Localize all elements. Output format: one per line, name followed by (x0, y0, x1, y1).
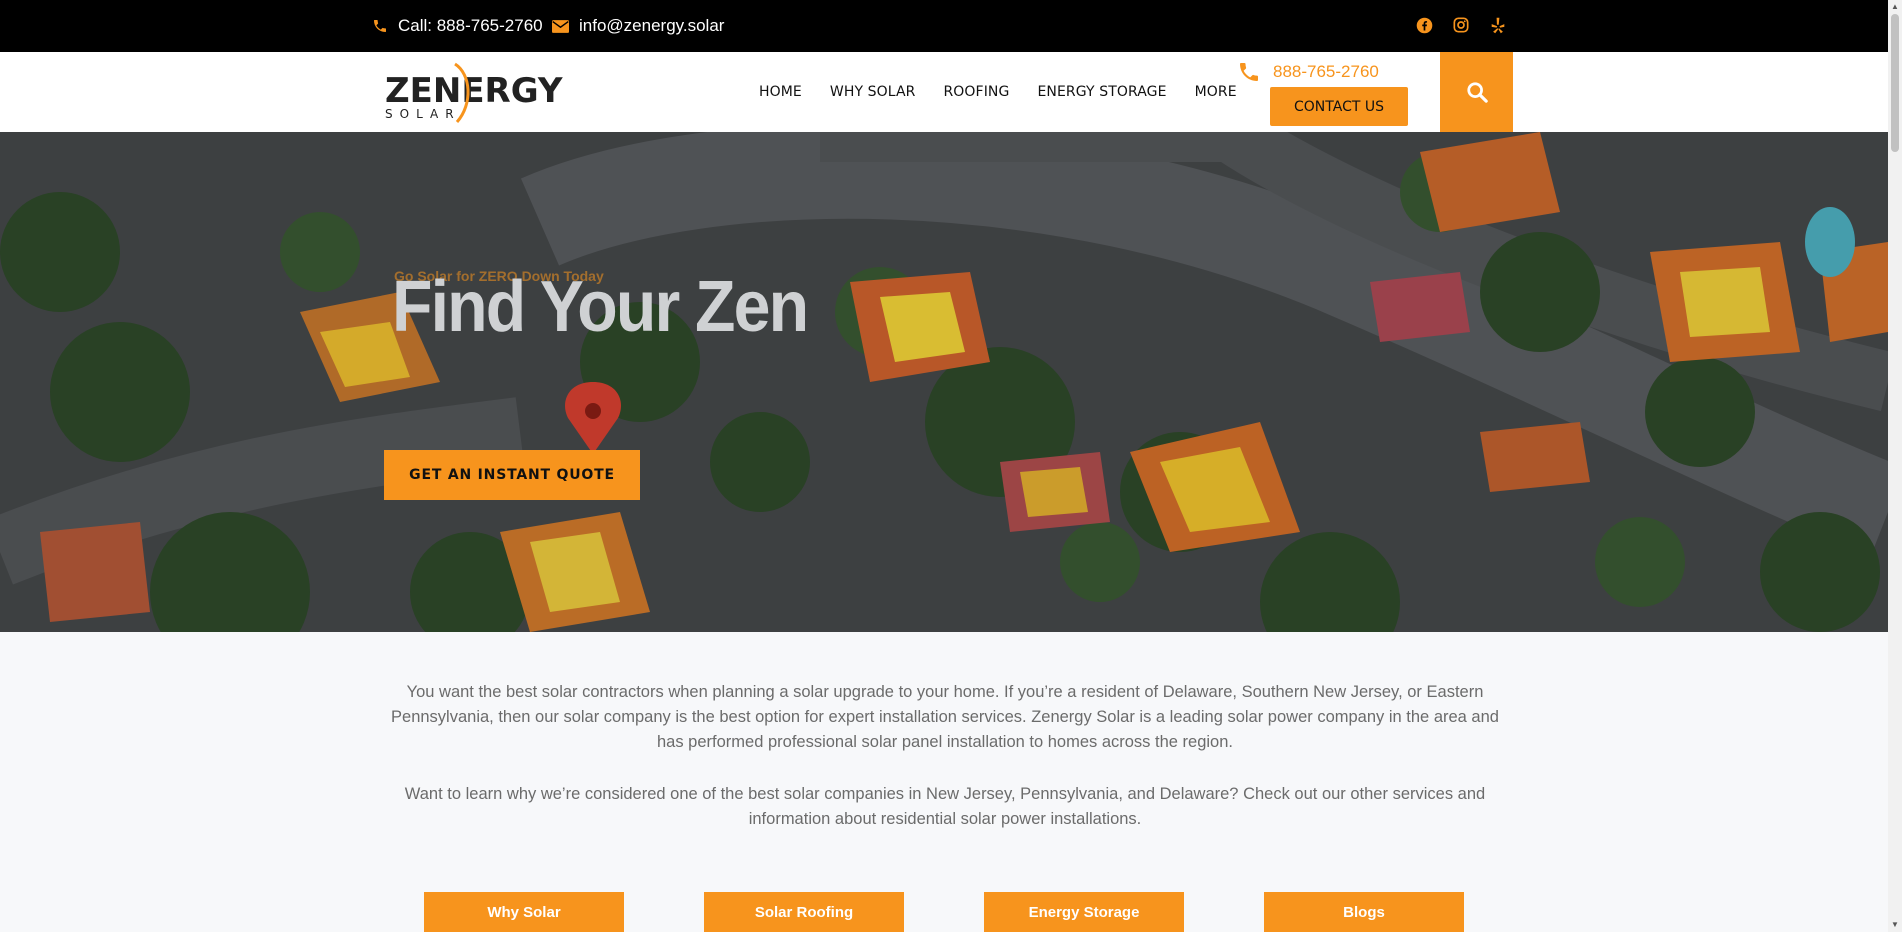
nav-home[interactable]: HOME (759, 84, 802, 100)
phone-icon (1240, 63, 1258, 81)
zenergy-logo[interactable]: ZENERGY SOLAR (383, 60, 563, 126)
hero-title: Find Your Zen (392, 267, 809, 347)
page: Call: 888-765-2760 info@zenergy.solar ZE… (0, 0, 1902, 932)
instagram-icon[interactable] (1450, 14, 1472, 36)
why-solar-button[interactable]: Why Solar (424, 892, 624, 932)
topbar-email-label: info@zenergy.solar (579, 16, 725, 35)
solar-roofing-button[interactable]: Solar Roofing (704, 892, 904, 932)
header-phone-link[interactable]: 888-765-2760 (1237, 58, 1379, 86)
scrollbar-thumb[interactable] (1891, 14, 1899, 152)
hero-section: Go Solar for ZERO Down Today Find Your Z… (0, 132, 1888, 632)
intro-section: You want the best solar contractors when… (380, 680, 1510, 832)
header-phone-number: 888-765-2760 (1273, 62, 1379, 81)
logo-subtext: SOLAR (385, 107, 461, 121)
phone-icon (374, 20, 386, 32)
top-bar: Call: 888-765-2760 info@zenergy.solar (0, 0, 1888, 52)
yelp-icon[interactable] (1487, 14, 1509, 36)
nav-roofing[interactable]: ROOFING (943, 84, 1009, 100)
facebook-icon[interactable] (1413, 14, 1435, 36)
blogs-button[interactable]: Blogs (1264, 892, 1464, 932)
site-header: ZENERGY SOLAR HOME WHY SOLAR ROOFING ENE… (0, 52, 1888, 132)
main-nav: HOME WHY SOLAR ROOFING ENERGY STORAGE MO… (745, 52, 1251, 132)
instant-quote-button[interactable]: GET AN INSTANT QUOTE (384, 450, 640, 500)
intro-paragraph-1: You want the best solar contractors when… (391, 683, 1499, 751)
topbar-phone-label: Call: 888-765-2760 (398, 16, 543, 35)
envelope-icon (552, 19, 569, 33)
logo-text: ZENERGY (385, 71, 563, 111)
intro-paragraph-2: Want to learn why we’re considered one o… (404, 785, 1486, 828)
topbar-phone-link[interactable]: Call: 888-765-2760 (372, 0, 543, 52)
nav-why-solar[interactable]: WHY SOLAR (830, 84, 916, 100)
search-button[interactable] (1440, 52, 1513, 132)
contact-us-button[interactable]: CONTACT US (1270, 87, 1408, 126)
page-scrollbar[interactable]: ▲ ▼ (1888, 0, 1902, 932)
scroll-down-arrow-icon[interactable]: ▼ (1891, 920, 1899, 929)
energy-storage-button[interactable]: Energy Storage (984, 892, 1184, 932)
nav-more[interactable]: MORE (1195, 84, 1237, 100)
scroll-up-arrow-icon[interactable]: ▲ (1891, 2, 1899, 11)
search-icon (1466, 82, 1488, 103)
topbar-email-link[interactable]: info@zenergy.solar (552, 0, 724, 52)
hero-aerial-image (0, 132, 1888, 632)
nav-energy-storage[interactable]: ENERGY STORAGE (1037, 84, 1166, 100)
